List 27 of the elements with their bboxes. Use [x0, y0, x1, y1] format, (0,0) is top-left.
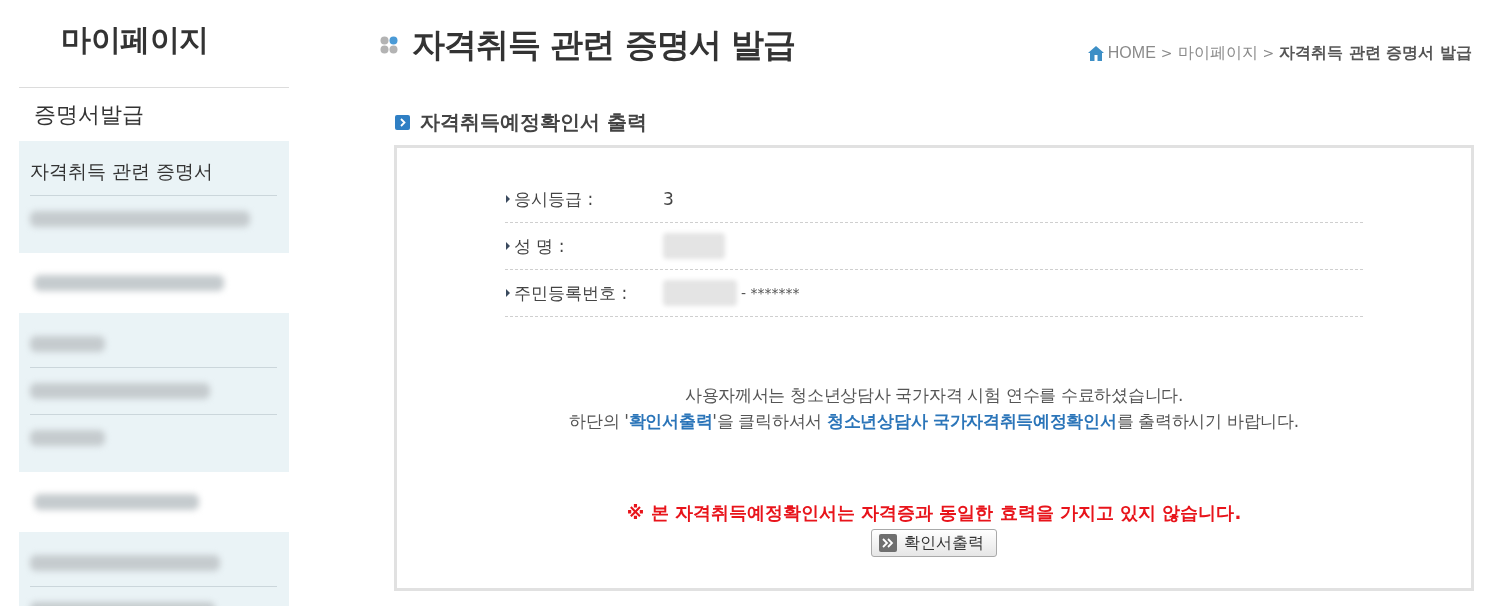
page-title: 자격취득 관련 증명서 발급	[412, 25, 796, 65]
sidebar-title: 마이페이지	[61, 22, 209, 58]
breadcrumb-separator: >	[1160, 44, 1173, 63]
breadcrumb-separator: >	[1262, 44, 1275, 63]
bullet-icon	[506, 195, 510, 203]
message-text: 하단의 '확인서출력'을 클릭하셔서 청소년상담사 국가자격취득예정확인서를 출력하시기 바랍니다.	[569, 410, 1299, 433]
message-text: 사용자께서는 청소년상담사 국가자격 시험 연수를 수료하셨습니다.	[684, 384, 1184, 407]
blurred-value	[663, 233, 725, 259]
sidebar-menu-item[interactable]: 증명서발급	[34, 99, 144, 130]
breadcrumb-link[interactable]: 마이페이지	[1177, 43, 1258, 63]
bullet-icon	[506, 242, 510, 250]
bullet-icon	[506, 289, 510, 297]
warning-text: ※ 본 자격취득예정확인서는 자격증과 동일한 효력을 가지고 있지 않습니다.	[625, 501, 1243, 525]
chevron-right-icon	[395, 114, 410, 130]
submenu-item[interactable]: 자격취득 관련 증명서	[30, 159, 214, 185]
home-icon	[1087, 45, 1104, 61]
double-chevron-icon	[879, 534, 897, 552]
field-label: 응시등급 :	[514, 187, 594, 211]
dots-icon	[380, 36, 398, 54]
field-value: - *******	[741, 285, 800, 301]
print-button[interactable]: 확인서출력	[871, 529, 997, 557]
field-value: 3	[663, 189, 674, 209]
field-label: 성 명 :	[514, 234, 565, 258]
breadcrumb-home-link[interactable]: HOME	[1087, 43, 1156, 63]
field-label: 주민등록번호 :	[514, 281, 628, 305]
breadcrumb-current: 자격취득 관련 증명서 발급	[1279, 43, 1472, 63]
section-title: 자격취득예정확인서 출력	[420, 108, 647, 136]
